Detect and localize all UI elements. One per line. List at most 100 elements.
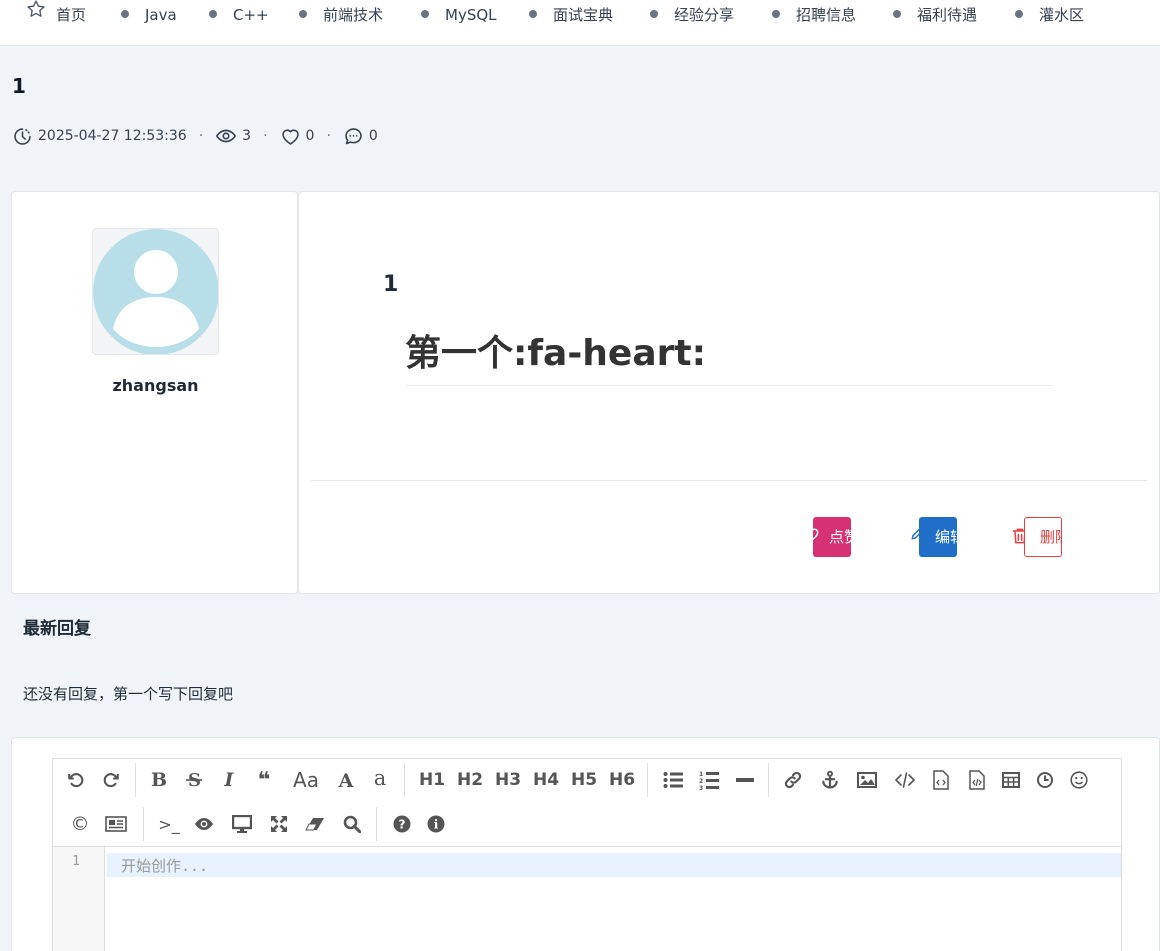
nav-item-mysql[interactable]: MySQL	[421, 0, 497, 30]
bullet-icon	[209, 9, 217, 18]
meta-separator: ·	[198, 128, 204, 144]
like-label: 点赞	[829, 528, 851, 546]
h4-icon[interactable]: H4	[529, 765, 563, 795]
unordered-list-icon[interactable]	[658, 765, 688, 795]
fullscreen-icon[interactable]	[264, 809, 294, 839]
author-name[interactable]: zhangsan	[12, 376, 299, 395]
image-icon[interactable]	[852, 765, 882, 795]
anchor-icon[interactable]	[815, 765, 845, 795]
terminal-icon[interactable]: >_	[154, 809, 184, 839]
post-views: 3	[215, 125, 251, 147]
comment-icon	[345, 127, 362, 144]
table-icon[interactable]	[996, 765, 1026, 795]
strikethrough-icon[interactable]: S	[179, 765, 209, 795]
post-comments: 0	[343, 126, 378, 147]
editor-placeholder[interactable]: 开始创作...	[121, 855, 208, 876]
post-title: 1	[12, 74, 26, 98]
toolbar-divider	[135, 763, 136, 797]
likes-count: 0	[305, 128, 315, 144]
no-replies-message: 还没有回复，第一个写下回复吧	[23, 685, 234, 703]
uppercase-icon[interactable]: A	[331, 766, 361, 796]
edit-button[interactable]: 编辑	[919, 517, 957, 557]
undo-icon[interactable]	[61, 765, 91, 795]
bullet-icon	[772, 9, 780, 18]
nav-item-benefits[interactable]: 福利待遇	[893, 0, 977, 30]
preview-eye-icon[interactable]	[189, 809, 219, 839]
info-icon[interactable]: i	[421, 809, 451, 839]
comments-count: 0	[368, 128, 378, 144]
heart-icon	[804, 526, 820, 546]
italic-icon[interactable]: I	[214, 765, 244, 795]
horizontal-rule-icon[interactable]	[730, 765, 760, 795]
post-timestamp: 2025-04-27 12:53:36	[38, 128, 187, 144]
case-toggle-icon[interactable]: Aa	[287, 765, 325, 795]
desktop-icon[interactable]	[227, 809, 257, 839]
h1-icon[interactable]: H1	[415, 765, 449, 795]
line-number: 1	[72, 854, 80, 869]
quote-icon[interactable]: ❝	[249, 765, 279, 795]
author-card: zhangsan	[11, 191, 298, 594]
star-icon	[26, 0, 46, 29]
toolbar-divider	[647, 763, 648, 797]
active-line[interactable]	[107, 853, 1121, 877]
heart-icon	[281, 128, 299, 145]
toolbar-divider	[768, 763, 769, 797]
edit-label: 编辑	[935, 528, 957, 546]
svg-text:2: 2	[699, 778, 703, 785]
nav-label: 前端技术	[323, 6, 384, 24]
svg-text:?: ?	[399, 818, 406, 832]
copyright-icon[interactable]: ©	[65, 809, 95, 839]
nav-item-jobs[interactable]: 招聘信息	[772, 0, 856, 30]
nav-label: 福利待遇	[917, 6, 978, 24]
nav-label: 面试宝典	[553, 6, 614, 24]
svg-text:i: i	[434, 818, 439, 832]
bullet-icon	[650, 9, 658, 18]
search-icon[interactable]	[337, 809, 367, 839]
nav-item-experience[interactable]: 经验分享	[650, 0, 734, 30]
help-icon[interactable]: ?	[387, 809, 417, 839]
bold-icon[interactable]: B	[144, 765, 174, 795]
h6-icon[interactable]: H6	[605, 765, 639, 795]
toolbar-divider	[143, 807, 144, 841]
nav-item-cpp[interactable]: C++	[209, 0, 269, 30]
user-avatar-icon	[93, 229, 218, 354]
page-break-icon[interactable]	[101, 809, 131, 839]
nav-label: C++	[233, 6, 269, 24]
meta-separator: ·	[326, 128, 331, 144]
redo-icon[interactable]	[96, 765, 126, 795]
code-block-icon[interactable]	[962, 765, 992, 795]
meta-separator: ·	[263, 128, 268, 144]
h2-icon[interactable]: H2	[453, 765, 487, 795]
pencil-icon	[910, 526, 924, 545]
bullet-icon	[529, 9, 537, 18]
h5-icon[interactable]: H5	[567, 765, 601, 795]
lowercase-icon[interactable]: a	[365, 763, 395, 793]
datetime-icon[interactable]	[1030, 765, 1060, 795]
nav-label: 经验分享	[674, 6, 735, 24]
nav-label: 招聘信息	[796, 6, 857, 24]
h3-icon[interactable]: H3	[491, 765, 525, 795]
delete-button[interactable]: 删除	[1024, 517, 1062, 557]
code-icon[interactable]	[890, 765, 920, 795]
nav-item-interview[interactable]: 面试宝典	[529, 0, 613, 30]
link-icon[interactable]	[778, 765, 808, 795]
post-content-card: 1 第一个:fa-heart: 点赞 编辑 删除	[298, 191, 1160, 594]
content-divider	[311, 480, 1147, 481]
nav-item-frontend[interactable]: 前端技术	[299, 0, 383, 30]
avatar[interactable]	[92, 228, 219, 355]
eraser-icon[interactable]	[300, 809, 330, 839]
nav-item-java[interactable]: Java	[121, 0, 177, 30]
ordered-list-icon[interactable]: 123	[694, 765, 724, 795]
toolbar-divider	[404, 763, 405, 797]
code-file-icon[interactable]	[926, 765, 956, 795]
content-heading: 第一个:fa-heart:	[405, 330, 1053, 386]
bullet-icon	[121, 9, 129, 18]
nav-item-water[interactable]: 灌水区	[1015, 0, 1084, 30]
toolbar-divider	[376, 807, 377, 841]
nav-item-home[interactable]: 首页	[26, 0, 86, 30]
emoji-icon[interactable]	[1064, 765, 1094, 795]
svg-text:1: 1	[699, 771, 703, 778]
nav-label: Java	[145, 6, 177, 24]
post-time: 2025-04-27 12:53:36	[12, 126, 187, 147]
nav-label: 灌水区	[1039, 6, 1085, 24]
